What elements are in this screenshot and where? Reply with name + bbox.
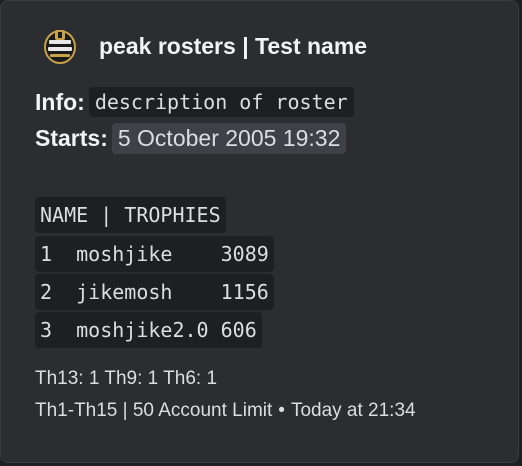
starts-field: Starts: 5 October 2005 19:32 (35, 123, 347, 154)
roster-row: 3 moshjike2.0 606 (35, 312, 262, 348)
roster-embed: peak rosters | Test name Info: descripti… (0, 0, 519, 463)
townhall-summary: Th13: 1 Th9: 1 Th6: 1 (35, 368, 218, 389)
starts-timestamp[interactable]: 5 October 2005 19:32 (111, 123, 347, 154)
roster-header: NAME | TROPHIES (35, 197, 226, 233)
footer-separator: • (278, 400, 285, 421)
footer-text: Th1-Th15 | 50 Account Limit (35, 400, 273, 421)
starts-label: Starts: (35, 125, 108, 151)
embed-author: peak rosters | Test name (37, 23, 367, 69)
roster-row: 1 moshjike 3089 (35, 236, 274, 272)
embed-title[interactable]: peak rosters | Test name (99, 33, 367, 60)
info-label: Info: (35, 88, 85, 115)
footer-timestamp: Today at 21:34 (290, 400, 416, 421)
roster-row: 2 jikemosh 1156 (35, 274, 274, 310)
shield-badge-icon (37, 23, 83, 69)
info-value: description of roster (88, 87, 354, 117)
info-field: Info: description of roster (35, 87, 354, 117)
embed-footer: Th1-Th15 | 50 Account Limit • Today at 21:… (35, 400, 416, 422)
